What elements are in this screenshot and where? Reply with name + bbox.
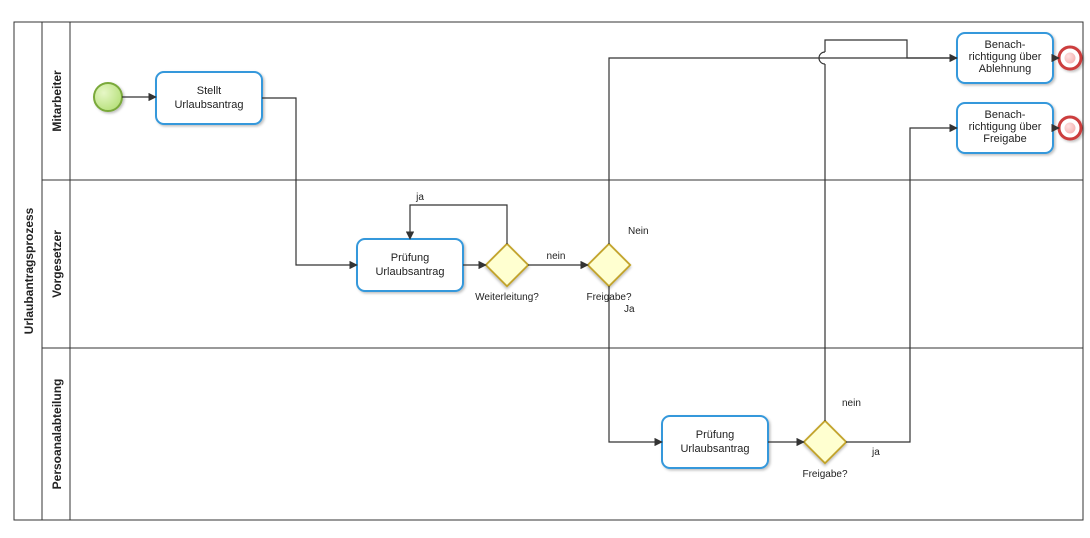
- svg-text:Prüfung: Prüfung: [391, 252, 430, 264]
- svg-text:richtigung über: richtigung über: [969, 51, 1042, 63]
- svg-text:Weiterleitung?: Weiterleitung?: [475, 292, 539, 303]
- task-review-hr: Prüfung Urlaubsantrag: [662, 416, 768, 468]
- svg-text:Benach-: Benach-: [985, 39, 1026, 51]
- label-g3-no: nein: [842, 398, 861, 409]
- label-g3-yes: ja: [871, 447, 880, 458]
- label-g2-yes: Ja: [624, 304, 635, 315]
- task-notify-approve: Benach- richtigung über Freigabe: [957, 103, 1053, 153]
- lane-hr-label: Persoanalabteilung: [50, 379, 64, 490]
- end-event-approve: [1059, 117, 1081, 139]
- label-g1-yes: ja: [415, 192, 424, 203]
- svg-text:Prüfung: Prüfung: [696, 429, 735, 441]
- flow-submit-to-review1: [262, 98, 357, 265]
- end-event-reject: [1059, 47, 1081, 69]
- lane-supervisor-label: Vorgesetzer: [50, 230, 64, 298]
- task-submit: Stellt Urlaubsantrag: [156, 72, 262, 124]
- label-g1-no: nein: [547, 251, 566, 262]
- start-event: [94, 83, 122, 111]
- svg-text:Urlaubsantrag: Urlaubsantrag: [174, 99, 243, 111]
- gateway-approve-hr: Freigabe?: [802, 421, 847, 480]
- svg-text:richtigung über: richtigung über: [969, 121, 1042, 133]
- flow-g3-no-merge: [825, 40, 957, 58]
- task-review-supervisor: Prüfung Urlaubsantrag: [357, 239, 463, 291]
- svg-text:Ablehnung: Ablehnung: [979, 63, 1032, 75]
- svg-text:Freigabe: Freigabe: [983, 133, 1026, 145]
- svg-text:Benach-: Benach-: [985, 109, 1026, 121]
- lane-employee-label: Mitarbeiter: [50, 70, 64, 132]
- task-notify-reject: Benach- richtigung über Ablehnung: [957, 33, 1053, 83]
- svg-text:Urlaubsantrag: Urlaubsantrag: [680, 443, 749, 455]
- flow-g2-no-to-reject: [609, 58, 957, 244]
- bpmn-diagram: Urlaubantragsprozess Mitarbeiter Vorgese…: [0, 0, 1090, 538]
- gateway-forward: Weiterleitung?: [475, 244, 539, 303]
- pool-title: Urlaubantragsprozess: [22, 207, 36, 334]
- svg-text:Stellt: Stellt: [197, 85, 221, 97]
- svg-text:Freigabe?: Freigabe?: [802, 469, 847, 480]
- svg-text:Urlaubsantrag: Urlaubsantrag: [375, 266, 444, 278]
- label-g2-no: Nein: [628, 226, 649, 237]
- flow-g3-yes-to-approve: [846, 128, 957, 442]
- flow-g2-yes-to-hr: [609, 286, 662, 442]
